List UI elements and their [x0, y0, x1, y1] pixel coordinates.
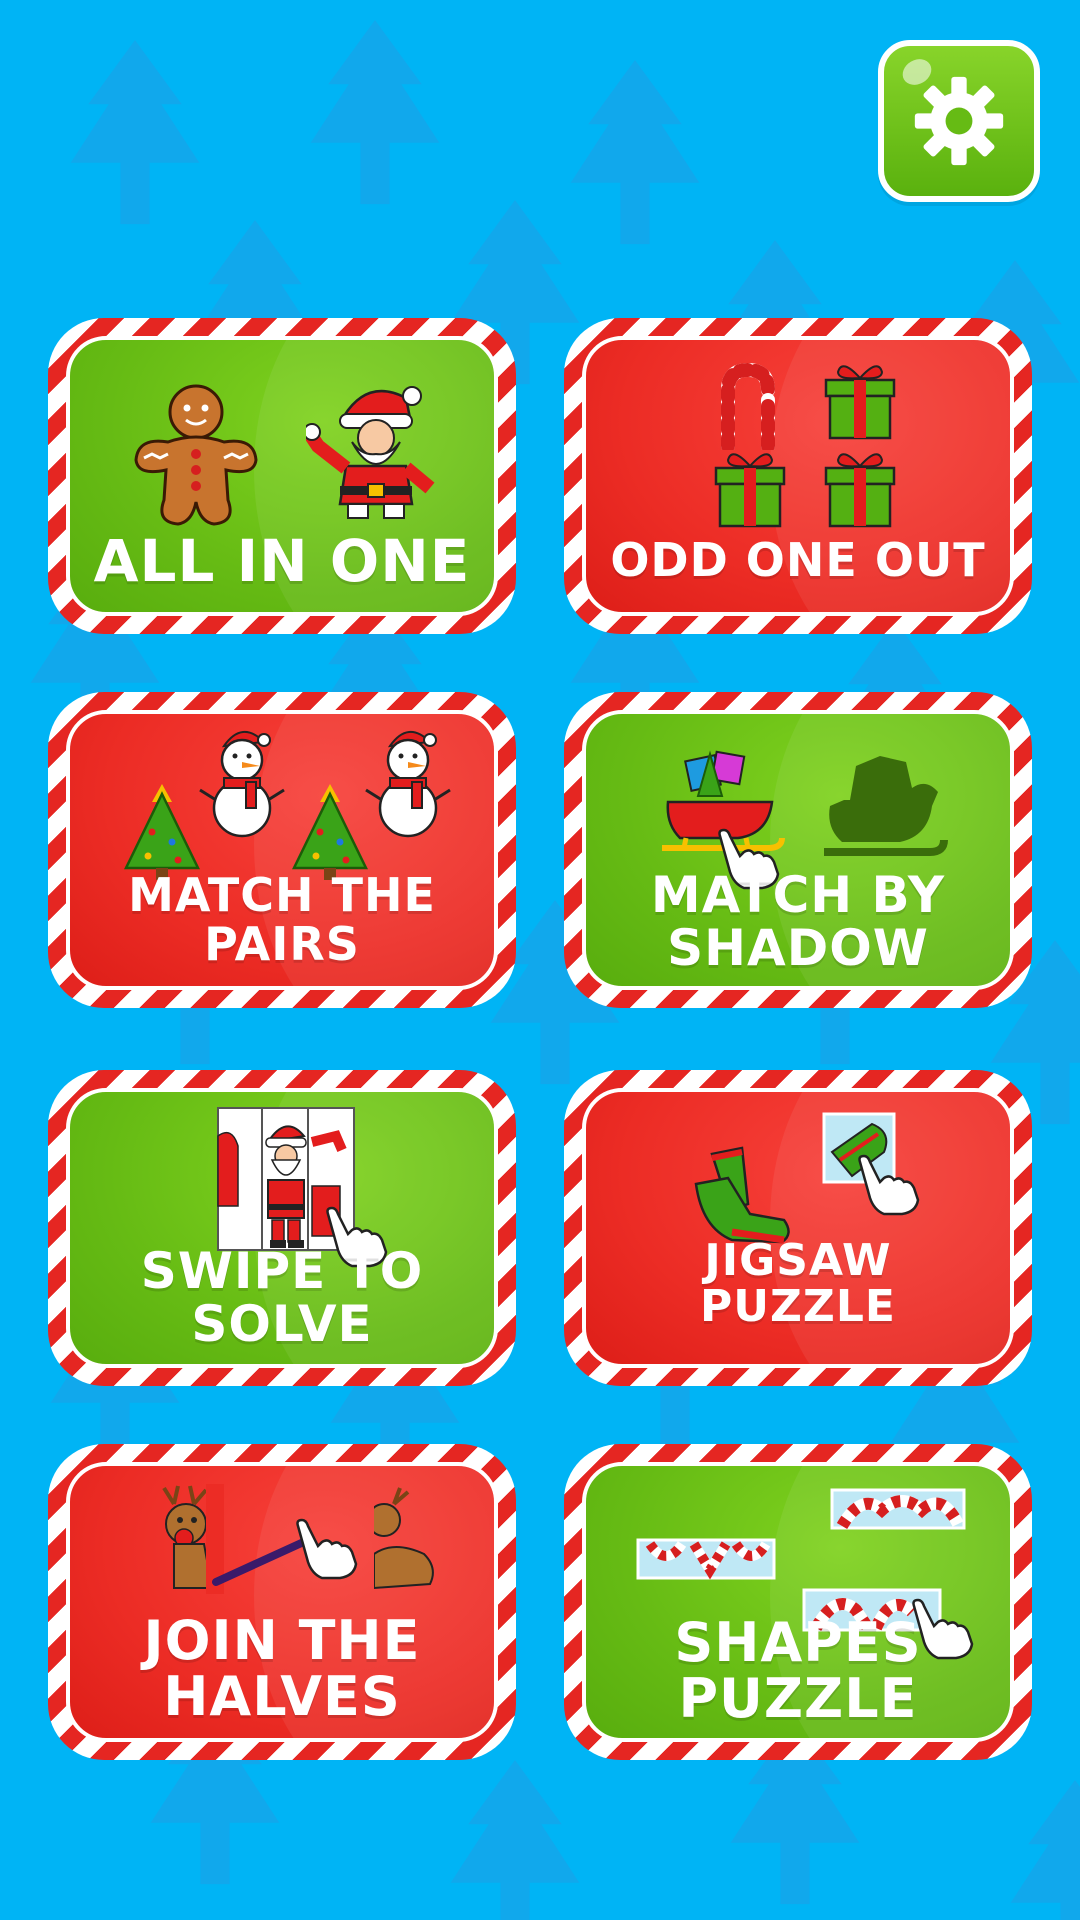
mode-card-join-the-halves[interactable]: JOIN THE HALVES: [48, 1444, 516, 1760]
mode-label: SHAPES PUZZLE: [674, 1610, 922, 1731]
reindeer-half-icon: [374, 1487, 434, 1590]
pointing-hand-icon: [858, 1154, 920, 1216]
gift-box-icon: [714, 453, 786, 528]
mode-label: MATCH BY SHADOW: [650, 866, 946, 977]
mode-card-match-by-shadow[interactable]: MATCH BY SHADOW: [564, 692, 1032, 1008]
pointing-hand-icon: [296, 1518, 358, 1580]
sleigh-shadow-icon: [824, 756, 948, 856]
mode-label: ALL IN ONE: [93, 527, 471, 596]
snowman-icon: [199, 731, 285, 838]
mode-card-all-in-one[interactable]: ALL IN ONE: [48, 318, 516, 634]
background-tree-shape: [1010, 1780, 1080, 1920]
background-tree-shape: [450, 1760, 580, 1920]
snowman-icon: [365, 731, 451, 838]
mode-label: SWIPE TO SOLVE: [140, 1242, 424, 1353]
candy-cane-icon: [721, 362, 775, 450]
gift-box-icon: [824, 365, 896, 440]
mode-card-jigsaw-puzzle[interactable]: JIGSAW PUZZLE: [564, 1070, 1032, 1386]
mode-label: MATCH THE PAIRS: [128, 868, 436, 971]
mode-label: ODD ONE OUT: [610, 532, 986, 587]
mode-card-shapes-puzzle[interactable]: SHAPES PUZZLE: [564, 1444, 1032, 1760]
santa-icon: [306, 386, 435, 519]
gift-box-icon: [824, 453, 896, 528]
mode-card-match-the-pairs[interactable]: MATCH THE PAIRS: [48, 692, 516, 1008]
mode-label: JIGSAW PUZZLE: [700, 1234, 896, 1332]
mode-card-odd-one-out[interactable]: ODD ONE OUT: [564, 318, 1032, 634]
gingerbread-man-icon: [134, 384, 258, 526]
settings-button[interactable]: [878, 40, 1040, 202]
gear-icon: [914, 76, 1004, 166]
mode-card-swipe-to-solve[interactable]: SWIPE TO SOLVE: [48, 1070, 516, 1386]
background-tree-shape: [310, 20, 440, 205]
mode-label: JOIN THE HALVES: [143, 1608, 421, 1729]
background-tree-shape: [70, 40, 200, 225]
